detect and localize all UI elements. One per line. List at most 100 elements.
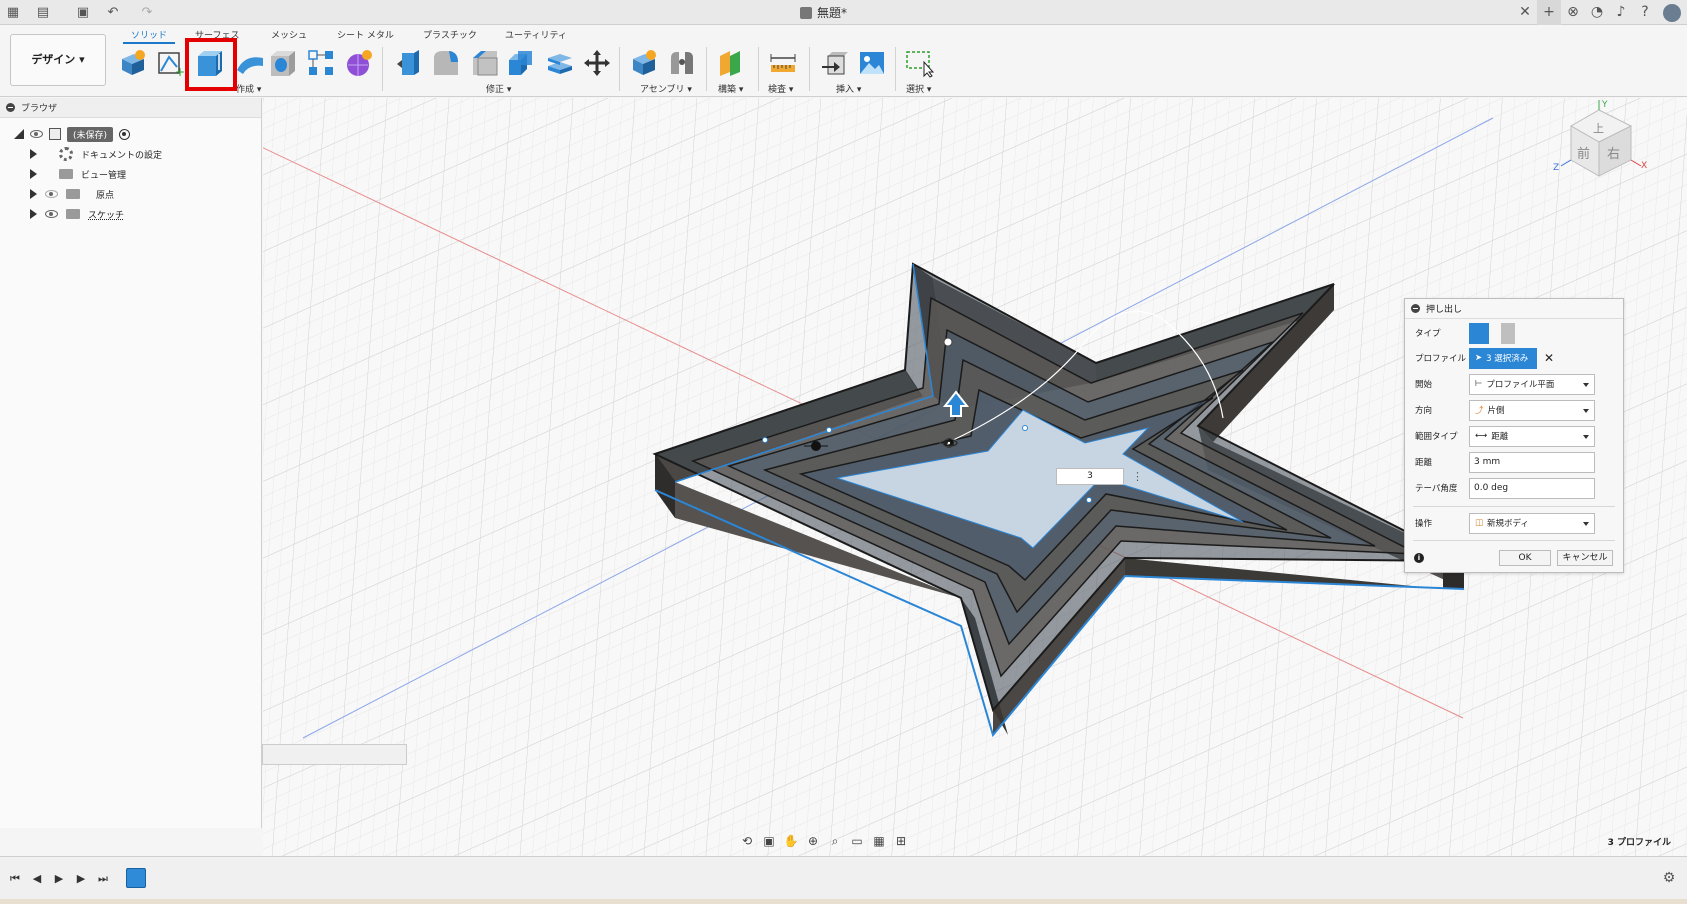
cancel-button[interactable]: キャンセル bbox=[1557, 550, 1613, 566]
tab-sheet-metal[interactable]: シート メタル bbox=[337, 28, 394, 41]
axis-x-label: X bbox=[1641, 161, 1647, 171]
browser-panel: ブラウザ (未保存) ドキュメントの設定 ビュー管理 原点 スケッチ bbox=[0, 98, 262, 828]
type-thin-button[interactable] bbox=[1500, 322, 1515, 344]
combine-icon[interactable] bbox=[545, 48, 575, 78]
hole-icon[interactable] bbox=[268, 48, 298, 78]
tab-utility[interactable]: ユーティリティ bbox=[505, 28, 567, 41]
expand-icon[interactable] bbox=[30, 169, 37, 179]
assemble-group-label[interactable]: アセンブリ ▾ bbox=[640, 82, 692, 95]
construct-group-label[interactable]: 構築 ▾ bbox=[718, 82, 743, 95]
go-to-end-icon[interactable]: ⏭ bbox=[96, 872, 110, 886]
distance-manipulator-input[interactable]: 3 bbox=[1056, 468, 1124, 485]
viewcube-front-label[interactable]: 前 bbox=[1577, 146, 1590, 162]
comments-bar[interactable] bbox=[262, 744, 407, 765]
file-icon[interactable]: ▤ bbox=[34, 4, 52, 21]
direction-select[interactable]: ⤴ 片側 bbox=[1469, 399, 1595, 421]
job-status-icon[interactable]: ◔ bbox=[1585, 0, 1609, 25]
tree-item-view-management[interactable]: ビュー管理 bbox=[30, 164, 126, 184]
tree-item-label: ドキュメントの設定 bbox=[81, 150, 163, 161]
tab-plastic[interactable]: プラスチック bbox=[423, 28, 477, 41]
more-options-icon[interactable]: ⋮ bbox=[1132, 468, 1143, 485]
tree-item-document-settings[interactable]: ドキュメントの設定 bbox=[30, 144, 162, 164]
create-sketch-icon[interactable]: + bbox=[155, 48, 185, 78]
viewcube-right-label[interactable]: 右 bbox=[1607, 147, 1620, 162]
timeline-settings-gear-icon[interactable]: ⚙ bbox=[1661, 870, 1677, 886]
grid-settings-icon[interactable]: ▦ bbox=[870, 834, 888, 848]
workspace-design-button[interactable]: デザイン ▾ bbox=[10, 34, 106, 86]
create-form-icon[interactable] bbox=[344, 48, 374, 78]
tree-item-origin[interactable]: 原点 bbox=[30, 184, 114, 204]
press-pull-icon[interactable] bbox=[394, 48, 424, 78]
insert-canvas-icon[interactable] bbox=[857, 48, 887, 78]
operation-select[interactable]: ◫ 新規ボディ bbox=[1469, 512, 1595, 534]
modify-group-label[interactable]: 修正 ▾ bbox=[486, 82, 511, 95]
create-group-label[interactable]: 作成 ▾ bbox=[236, 82, 261, 95]
joint-icon[interactable] bbox=[667, 48, 697, 78]
expand-icon[interactable] bbox=[30, 149, 37, 159]
app-grid-icon[interactable]: ▦ bbox=[4, 4, 22, 21]
visibility-eye-icon[interactable] bbox=[45, 210, 58, 218]
new-component-icon[interactable] bbox=[118, 48, 148, 78]
extrude-highlight-box bbox=[185, 38, 237, 91]
fit-icon[interactable]: ⌕ bbox=[826, 834, 844, 848]
start-select[interactable]: ⊢ プロファイル平面 bbox=[1469, 373, 1595, 395]
browser-header[interactable]: ブラウザ bbox=[0, 98, 261, 118]
user-avatar[interactable] bbox=[1663, 3, 1681, 22]
collapse-icon[interactable] bbox=[6, 103, 15, 112]
step-back-icon[interactable]: ◀ bbox=[30, 872, 44, 886]
select-icon[interactable] bbox=[904, 48, 934, 78]
select-group-label[interactable]: 選択 ▾ bbox=[906, 82, 931, 95]
measure-icon[interactable] bbox=[768, 48, 798, 78]
profile-selection-button[interactable]: ➤ 3 選択済み bbox=[1469, 347, 1537, 369]
tree-root-row[interactable]: (未保存) bbox=[14, 124, 131, 144]
redo-icon[interactable]: ↷ bbox=[138, 4, 156, 21]
extent-select[interactable]: ⟷ 距離 bbox=[1469, 425, 1595, 447]
look-at-icon[interactable]: ▣ bbox=[760, 834, 778, 848]
info-icon[interactable]: i bbox=[1414, 553, 1424, 563]
zoom-icon[interactable]: ⊕ bbox=[804, 834, 822, 848]
type-solid-button[interactable] bbox=[1469, 322, 1489, 344]
viewports-icon[interactable]: ⊞ bbox=[892, 834, 910, 848]
offset-plane-icon[interactable] bbox=[716, 48, 746, 78]
go-to-start-icon[interactable]: ⏮ bbox=[8, 872, 22, 886]
orbit-icon[interactable]: ⟲ bbox=[738, 834, 756, 848]
tree-item-sketches[interactable]: スケッチ bbox=[30, 204, 124, 224]
pan-hand-icon[interactable]: ✋ bbox=[782, 834, 800, 848]
extensions-icon[interactable]: ⊗ bbox=[1561, 0, 1585, 25]
visibility-eye-icon[interactable] bbox=[30, 130, 43, 138]
clear-selection-icon[interactable]: ✕ bbox=[1544, 351, 1554, 365]
new-component-assemble-icon[interactable] bbox=[629, 48, 659, 78]
hidden-eye-icon[interactable] bbox=[45, 190, 58, 198]
move-copy-icon[interactable] bbox=[582, 48, 612, 78]
expand-icon[interactable] bbox=[30, 189, 37, 199]
activate-radio-icon[interactable] bbox=[119, 128, 131, 140]
undo-icon[interactable]: ↶ bbox=[104, 4, 122, 21]
close-tab-icon[interactable]: ✕ bbox=[1513, 0, 1537, 25]
ok-button[interactable]: OK bbox=[1499, 550, 1551, 566]
fillet-icon[interactable] bbox=[431, 48, 461, 78]
tab-mesh[interactable]: メッシュ bbox=[271, 28, 307, 41]
save-icon[interactable]: ▣ bbox=[74, 4, 92, 21]
tab-solid[interactable]: ソリッド bbox=[122, 28, 176, 44]
pattern-icon[interactable] bbox=[306, 48, 336, 78]
step-forward-icon[interactable]: ▶ bbox=[74, 872, 88, 886]
play-icon[interactable]: ▶ bbox=[52, 872, 66, 886]
help-icon[interactable]: ? bbox=[1633, 0, 1657, 25]
chamfer-icon[interactable] bbox=[470, 48, 500, 78]
inspect-group-label[interactable]: 検査 ▾ bbox=[768, 82, 793, 95]
shell-icon[interactable] bbox=[506, 48, 536, 78]
insert-derive-icon[interactable] bbox=[820, 48, 850, 78]
taper-input[interactable]: 0.0 deg bbox=[1469, 477, 1595, 499]
expand-open-icon[interactable] bbox=[14, 129, 24, 139]
new-tab-icon[interactable]: + bbox=[1537, 0, 1561, 25]
viewcube-top-label[interactable]: 上 bbox=[1593, 122, 1604, 135]
notifications-icon[interactable]: ♪ bbox=[1609, 0, 1633, 25]
insert-group-label[interactable]: 挿入 ▾ bbox=[836, 82, 861, 95]
revolve-icon[interactable] bbox=[235, 48, 265, 78]
dialog-header[interactable]: 押し出し bbox=[1405, 299, 1623, 319]
distance-input[interactable]: 3 mm bbox=[1469, 451, 1595, 473]
collapse-dialog-icon[interactable] bbox=[1411, 304, 1420, 313]
timeline-feature-marker[interactable] bbox=[126, 868, 146, 888]
expand-icon[interactable] bbox=[30, 209, 37, 219]
display-settings-icon[interactable]: ▭ bbox=[848, 834, 866, 848]
